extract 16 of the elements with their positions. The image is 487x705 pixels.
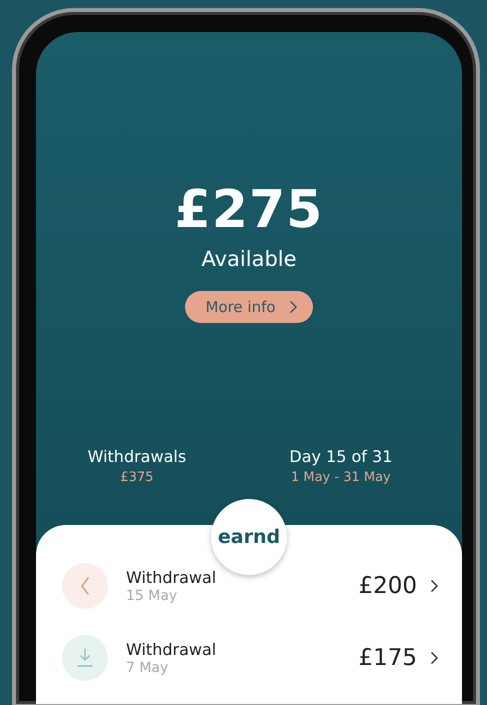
download-icon xyxy=(62,635,108,682)
stat-value: 1 May - 31 May xyxy=(290,470,391,486)
chevron-icon xyxy=(431,580,438,592)
balance-label: Available xyxy=(201,247,297,272)
chevron-icon xyxy=(290,301,297,314)
stat-title: Day 15 of 31 xyxy=(289,447,392,466)
transaction-date: 15 May xyxy=(126,588,178,604)
transaction-amount: £200 xyxy=(358,573,417,600)
transaction-date: 7 May xyxy=(126,660,170,676)
more-info-button[interactable]: More info xyxy=(185,291,313,324)
transaction-title: Withdrawal xyxy=(126,640,218,660)
stat-title: Withdrawals xyxy=(88,447,186,466)
stat-value: £375 xyxy=(120,470,154,486)
balance-amount: £275 xyxy=(174,182,324,240)
chevron-icon xyxy=(431,652,438,664)
transaction-amount: £175 xyxy=(358,645,417,672)
